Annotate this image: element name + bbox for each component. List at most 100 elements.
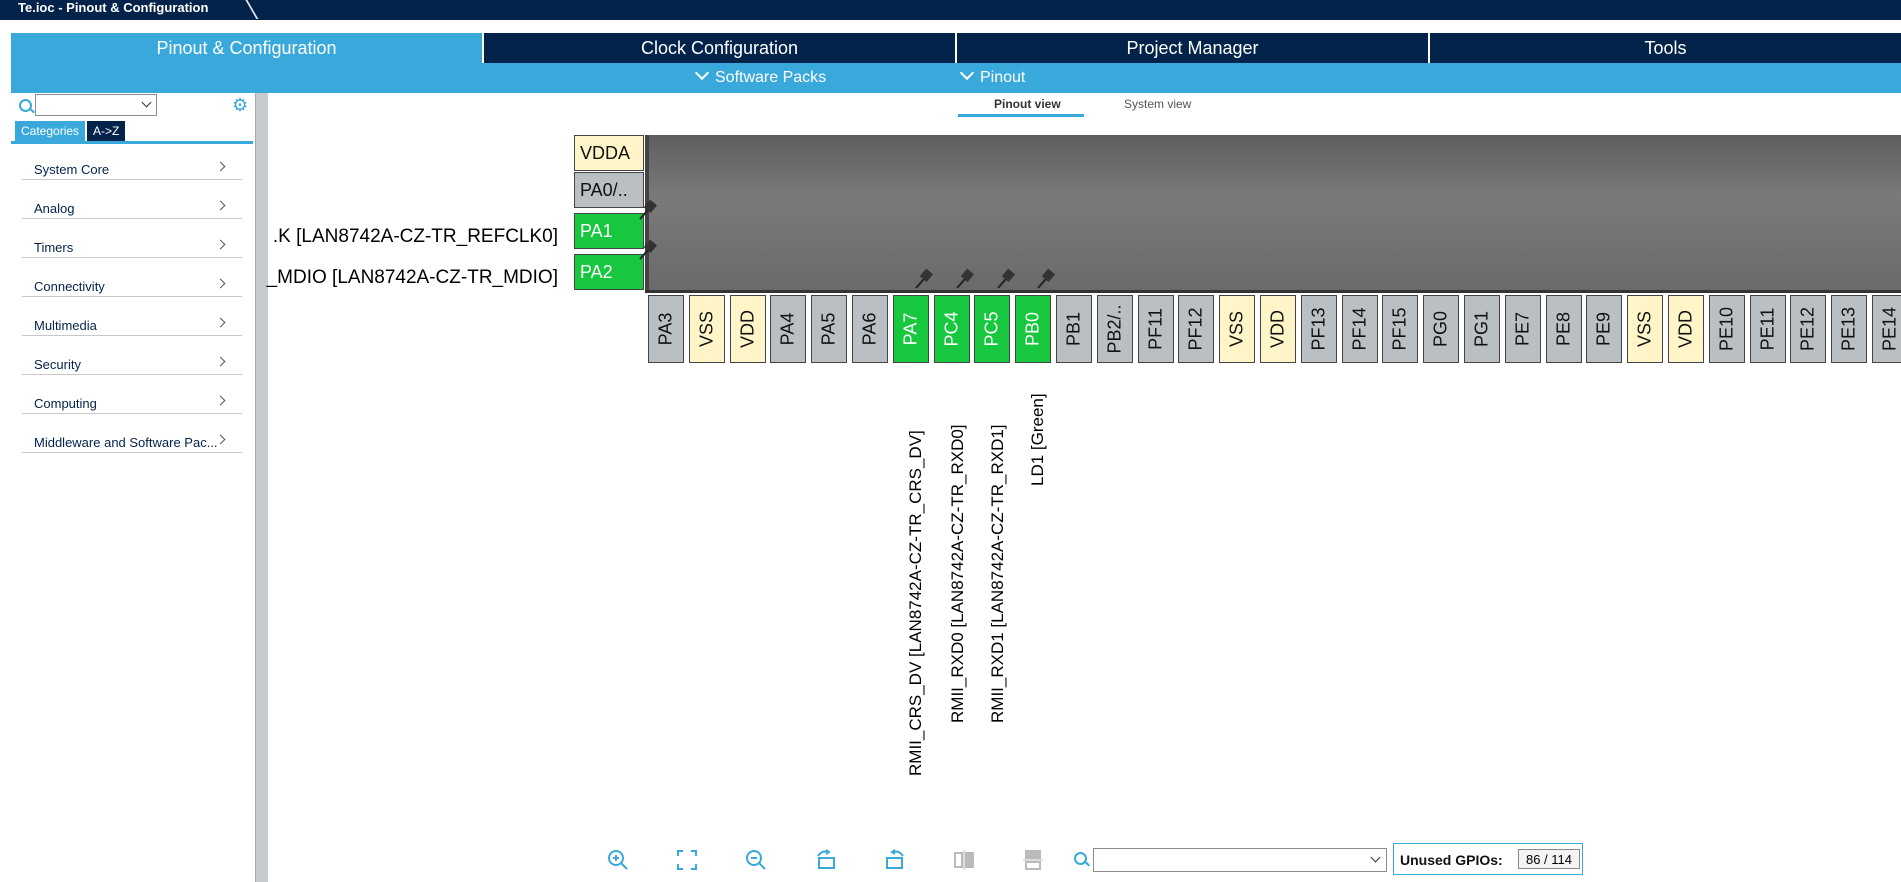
signal-label-pc4[interactable]: RMII_RXD0 [LAN8742A-CZ-TR_RXD0]: [948, 424, 968, 723]
view-tab-underline: [958, 114, 1084, 117]
unused-gpios-label: Unused GPIOs:: [1400, 852, 1503, 868]
pin-pa4[interactable]: PA4: [770, 295, 806, 363]
category-multimedia[interactable]: Multimedia: [22, 309, 242, 336]
pin-pa2[interactable]: PA2: [574, 254, 644, 290]
pin-pf14[interactable]: PF14: [1342, 295, 1378, 363]
pushpin-icon: [956, 268, 975, 289]
category-security[interactable]: Security: [22, 348, 242, 375]
sub-menu-bar: Software Packs Pinout: [11, 63, 1901, 93]
pin-label: PE7: [1512, 311, 1533, 347]
flip-horizontal-icon: [1023, 850, 1043, 870]
pin-label: PA3: [655, 312, 676, 346]
pin-label: PF11: [1145, 308, 1166, 350]
pin-label: PF12: [1185, 307, 1206, 351]
pin-vss[interactable]: VSS: [1219, 295, 1255, 363]
signal-label-pa7[interactable]: RMII_CRS_DV [LAN8742A-CZ-TR_CRS_DV]: [906, 430, 926, 776]
tab-pinout-configuration[interactable]: Pinout & Configuration: [11, 33, 482, 63]
pin-label: PE11: [1757, 307, 1778, 351]
category-middleware[interactable]: Middleware and Software Pac...: [22, 426, 242, 453]
pin-pe9[interactable]: PE9: [1586, 295, 1622, 363]
category-tab-underline: [11, 141, 253, 144]
pin-pa1[interactable]: PA1: [574, 213, 644, 249]
pin-pb1[interactable]: PB1: [1056, 295, 1092, 363]
pin-pf11[interactable]: PF11: [1138, 295, 1174, 363]
signal-label-pb0[interactable]: LD1 [Green]: [1028, 393, 1048, 486]
pin-pe8[interactable]: PE8: [1546, 295, 1582, 363]
mcu-chip-body[interactable]: [649, 135, 1901, 293]
pin-pe11[interactable]: PE11: [1750, 295, 1786, 363]
zoom-in-icon[interactable]: [606, 848, 630, 872]
category-analog[interactable]: Analog: [22, 192, 242, 219]
pin-label: VDD: [737, 309, 758, 349]
tab-project-manager[interactable]: Project Manager: [955, 33, 1428, 63]
chevron-down-icon: [694, 65, 710, 81]
pin-label: PA5: [818, 312, 839, 346]
chevron-down-icon: [959, 65, 975, 81]
pin-pe13[interactable]: PE13: [1831, 295, 1867, 363]
pinout-label: Pinout: [980, 69, 1026, 86]
category-label: System Core: [34, 162, 110, 177]
pinout-menu[interactable]: Pinout: [959, 63, 1026, 93]
software-packs-menu[interactable]: Software Packs: [694, 63, 826, 93]
pin-pe12[interactable]: PE12: [1790, 295, 1826, 363]
pin-pc5[interactable]: PC5: [974, 295, 1010, 363]
pin-label: PF14: [1349, 307, 1370, 351]
category-system-core[interactable]: System Core: [22, 153, 242, 180]
pin-label: VDD: [1675, 309, 1696, 349]
pin-vdd[interactable]: VDD: [730, 295, 766, 363]
tab-clock-configuration[interactable]: Clock Configuration: [482, 33, 955, 63]
pin-vss[interactable]: VSS: [689, 295, 725, 363]
pin-label: PA6: [859, 312, 880, 346]
pin-label: PE10: [1716, 306, 1737, 352]
category-label: Multimedia: [34, 318, 97, 333]
pin-pg1[interactable]: PG1: [1464, 295, 1500, 363]
pin-pf12[interactable]: PF12: [1178, 295, 1214, 363]
pin-label: PE13: [1838, 306, 1859, 352]
pin-pa6[interactable]: PA6: [852, 295, 888, 363]
pin-vdd[interactable]: VDD: [1260, 295, 1296, 363]
pin-pf13[interactable]: PF13: [1301, 295, 1337, 363]
search-combo[interactable]: [35, 94, 157, 116]
pin-label: PA4: [777, 312, 798, 346]
pin-label: VSS: [696, 310, 717, 348]
find-pin-combo[interactable]: [1093, 848, 1387, 872]
pin-vss[interactable]: VSS: [1627, 295, 1663, 363]
tab-system-view[interactable]: System view: [1124, 97, 1191, 111]
pin-pa0[interactable]: PA0/..: [574, 172, 644, 208]
pin-pa7[interactable]: PA7: [893, 295, 929, 363]
signal-label-pc5[interactable]: RMII_RXD1 [LAN8742A-CZ-TR_RXD1]: [988, 424, 1008, 723]
tab-tools[interactable]: Tools: [1428, 33, 1901, 63]
pin-label: VSS: [1634, 310, 1655, 348]
pin-pb2[interactable]: PB2/..: [1097, 295, 1133, 363]
panel-splitter[interactable]: [255, 93, 268, 882]
gear-icon[interactable]: ⚙: [232, 96, 248, 114]
pin-vdda[interactable]: VDDA: [574, 135, 644, 171]
rotate-left-icon[interactable]: [883, 848, 907, 872]
pin-label: PG0: [1430, 310, 1451, 348]
tab-categories[interactable]: Categories: [15, 121, 86, 141]
pin-vdd[interactable]: VDD: [1668, 295, 1704, 363]
pin-pc4[interactable]: PC4: [934, 295, 970, 363]
fit-screen-icon[interactable]: [675, 848, 699, 872]
category-label: Middleware and Software Pac...: [34, 435, 218, 450]
category-timers[interactable]: Timers: [22, 231, 242, 258]
pin-pa3[interactable]: PA3: [648, 295, 684, 363]
pin-pa5[interactable]: PA5: [811, 295, 847, 363]
pin-pe14[interactable]: PE14: [1872, 295, 1901, 363]
chip-bottom-edge: [645, 290, 1901, 293]
pushpin-icon: [639, 199, 658, 220]
pin-pg0[interactable]: PG0: [1423, 295, 1459, 363]
pin-pb0[interactable]: PB0: [1015, 295, 1051, 363]
signal-label-pa2[interactable]: _MDIO [LAN8742A-CZ-TR_MDIO]: [267, 267, 558, 289]
tab-a-z[interactable]: A->Z: [87, 121, 126, 141]
signal-label-pa1[interactable]: .K [LAN8742A-CZ-TR_REFCLK0]: [273, 226, 558, 248]
zoom-out-icon[interactable]: [744, 848, 768, 872]
pin-pe10[interactable]: PE10: [1709, 295, 1745, 363]
pushpin-icon: [997, 268, 1016, 289]
rotate-right-icon[interactable]: [814, 848, 838, 872]
category-computing[interactable]: Computing: [22, 387, 242, 414]
tab-pinout-view[interactable]: Pinout view: [994, 97, 1061, 111]
pin-pf15[interactable]: PF15: [1382, 295, 1418, 363]
category-connectivity[interactable]: Connectivity: [22, 270, 242, 297]
pin-pe7[interactable]: PE7: [1505, 295, 1541, 363]
